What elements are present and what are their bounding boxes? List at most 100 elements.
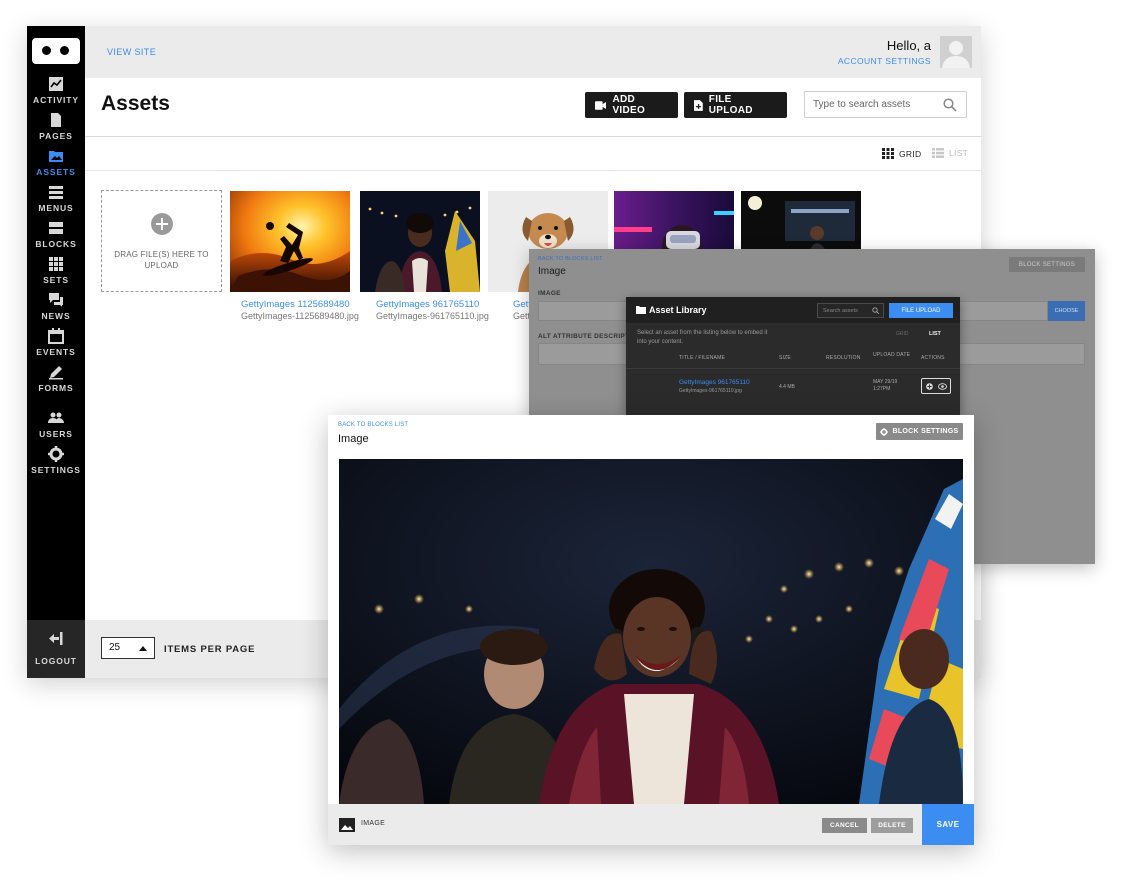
block-title: Image	[338, 433, 369, 445]
blocks-icon	[49, 222, 63, 234]
asset-library-header: Asset Library Search assets FILE UPLOAD	[626, 297, 960, 323]
table-row-date: MAY 29/19 1:27PM	[873, 379, 897, 393]
sidebar-item-menus[interactable]: MENUS	[27, 184, 85, 213]
pencil-icon	[49, 366, 63, 380]
chat-icon	[49, 293, 63, 307]
plus-circle-icon	[151, 213, 173, 235]
logout-button[interactable]: LOGOUT	[27, 620, 85, 678]
top-bar: VIEW SITE Hello, a ACCOUNT SETTINGS	[85, 26, 981, 78]
back-to-blocks-link[interactable]: BACK TO BLOCKS LIST	[338, 422, 408, 428]
sidebar-item-label: NEWS	[41, 311, 71, 321]
sidebar-item-blocks[interactable]: BLOCKS	[27, 220, 85, 249]
asset-library-upload-label: FILE UPLOAD	[901, 307, 941, 314]
add-video-button[interactable]: ADD VIDEO	[585, 92, 678, 118]
menu-icon	[49, 186, 63, 199]
alt-attribute-label: ALT ATTRIBUTE DESCRIPT	[538, 333, 630, 340]
list-view-label: LIST	[949, 148, 969, 158]
asset-library-upload-button[interactable]: FILE UPLOAD	[889, 303, 953, 318]
account-settings-link[interactable]: ACCOUNT SETTINGS	[838, 56, 931, 66]
block-type-label: IMAGE	[361, 820, 386, 827]
delete-button[interactable]: DELETE	[871, 818, 913, 833]
sidebar-item-settings[interactable]: SETTINGS	[27, 446, 85, 475]
sidebar-item-events[interactable]: EVENTS	[27, 328, 85, 357]
items-per-page-select[interactable]: 25	[101, 637, 155, 659]
search-icon[interactable]	[943, 98, 957, 112]
column-header-title: TITLE / FILENAME	[679, 355, 725, 361]
list-view-toggle[interactable]: LIST	[932, 148, 968, 158]
add-video-label: ADD VIDEO	[612, 94, 646, 116]
asset-library-grid-toggle[interactable]: GRID	[896, 331, 909, 337]
grid-icon	[49, 257, 63, 271]
image-preview	[339, 459, 963, 804]
file-upload-button[interactable]: FILE UPLOAD	[684, 92, 787, 118]
items-per-page-value: 25	[109, 642, 121, 653]
sidebar-item-label: ASSETS	[36, 167, 76, 177]
asset-library-title: Asset Library	[649, 305, 707, 315]
sidebar-item-forms[interactable]: FORMS	[27, 364, 85, 393]
sidebar-item-label: USERS	[39, 429, 73, 439]
sidebar-item-assets[interactable]: ASSETS	[27, 148, 85, 177]
asset-title[interactable]: GettyImages 961765110	[376, 299, 479, 310]
asset-library-list-toggle[interactable]: LIST	[929, 331, 941, 337]
view-site-link[interactable]: VIEW SITE	[107, 47, 156, 57]
save-label: SAVE	[936, 820, 960, 829]
add-icon[interactable]	[926, 383, 933, 390]
sidebar-item-pages[interactable]: PAGES	[27, 112, 85, 141]
header-divider	[85, 136, 981, 137]
asset-library-search[interactable]: Search assets	[817, 303, 884, 318]
delete-label: DELETE	[878, 822, 906, 829]
concert-photo	[360, 191, 480, 292]
sidebar-item-activity[interactable]: ACTIVITY	[27, 76, 85, 105]
logo-eye-left	[42, 46, 51, 55]
asset-title[interactable]: GettyImages 1125689480	[241, 299, 350, 310]
avatar[interactable]	[940, 36, 972, 68]
users-icon	[48, 412, 64, 423]
block-settings-button[interactable]: BLOCK SETTINGS	[876, 423, 963, 440]
asset-thumbnail-surfer[interactable]	[230, 191, 350, 292]
file-plus-icon	[694, 99, 703, 111]
cancel-button[interactable]: CANCEL	[822, 818, 867, 833]
save-button[interactable]: SAVE	[922, 804, 974, 845]
block-settings-button[interactable]: BLOCK SETTINGS	[1009, 257, 1085, 272]
image-field-label: IMAGE	[538, 290, 561, 297]
sidebar-item-news[interactable]: NEWS	[27, 292, 85, 321]
asset-thumbnail-concert[interactable]	[360, 191, 480, 292]
table-row-actions	[921, 378, 951, 394]
asset-search	[804, 91, 967, 118]
eye-icon[interactable]	[938, 383, 947, 390]
grid-view-label: GRID	[899, 148, 922, 159]
items-per-page-label: ITEMS PER PAGE	[164, 644, 256, 655]
dropzone-text: DRAG FILE(S) HERE TO UPLOAD	[114, 250, 209, 270]
asset-filename: GettyImages-961765110.jpg	[376, 311, 489, 321]
toolbar-divider	[85, 170, 981, 171]
back-to-blocks-link[interactable]: BACK TO BLOCKS LIST	[538, 256, 603, 262]
sidebar-item-label: EVENTS	[36, 347, 76, 357]
table-row-date-day: MAY 29/19	[873, 379, 898, 385]
asset-filename: Gett	[513, 311, 531, 321]
image-folder-icon	[636, 306, 646, 314]
sidebar-item-label: PAGES	[39, 131, 73, 141]
logo[interactable]	[32, 38, 80, 64]
image-block-editor: BACK TO BLOCKS LIST Image BLOCK SETTINGS	[328, 415, 974, 845]
table-row-title[interactable]: GettyImages 961765110	[679, 379, 750, 386]
image-icon	[49, 151, 63, 162]
choose-button[interactable]: CHOOSE	[1048, 301, 1085, 321]
sidebar-item-label: ACTIVITY	[33, 95, 79, 105]
logout-icon	[49, 632, 63, 645]
page-icon	[51, 113, 61, 127]
asset-library-search-placeholder: Search assets	[823, 308, 858, 314]
sidebar-item-label: FORMS	[38, 383, 74, 393]
grid-view-toggle[interactable]: GRID	[882, 148, 921, 159]
sidebar: ACTIVITY PAGES ASSETS MENUS BLOCKS SETS …	[27, 26, 85, 678]
file-upload-label: FILE UPLOAD	[708, 94, 753, 116]
search-input[interactable]	[805, 92, 935, 117]
sidebar-item-sets[interactable]: SETS	[27, 256, 85, 285]
page-title: Assets	[101, 92, 170, 115]
search-icon	[872, 307, 879, 314]
sidebar-item-users[interactable]: USERS	[27, 410, 85, 439]
table-row-date-time: 1:27PM	[873, 386, 891, 392]
table-row-size: 4.4 MB	[779, 384, 795, 390]
file-dropzone[interactable]: DRAG FILE(S) HERE TO UPLOAD	[101, 190, 222, 292]
column-header-actions: ACTIONS	[921, 355, 945, 361]
block-settings-label: BLOCK SETTINGS	[892, 428, 959, 435]
